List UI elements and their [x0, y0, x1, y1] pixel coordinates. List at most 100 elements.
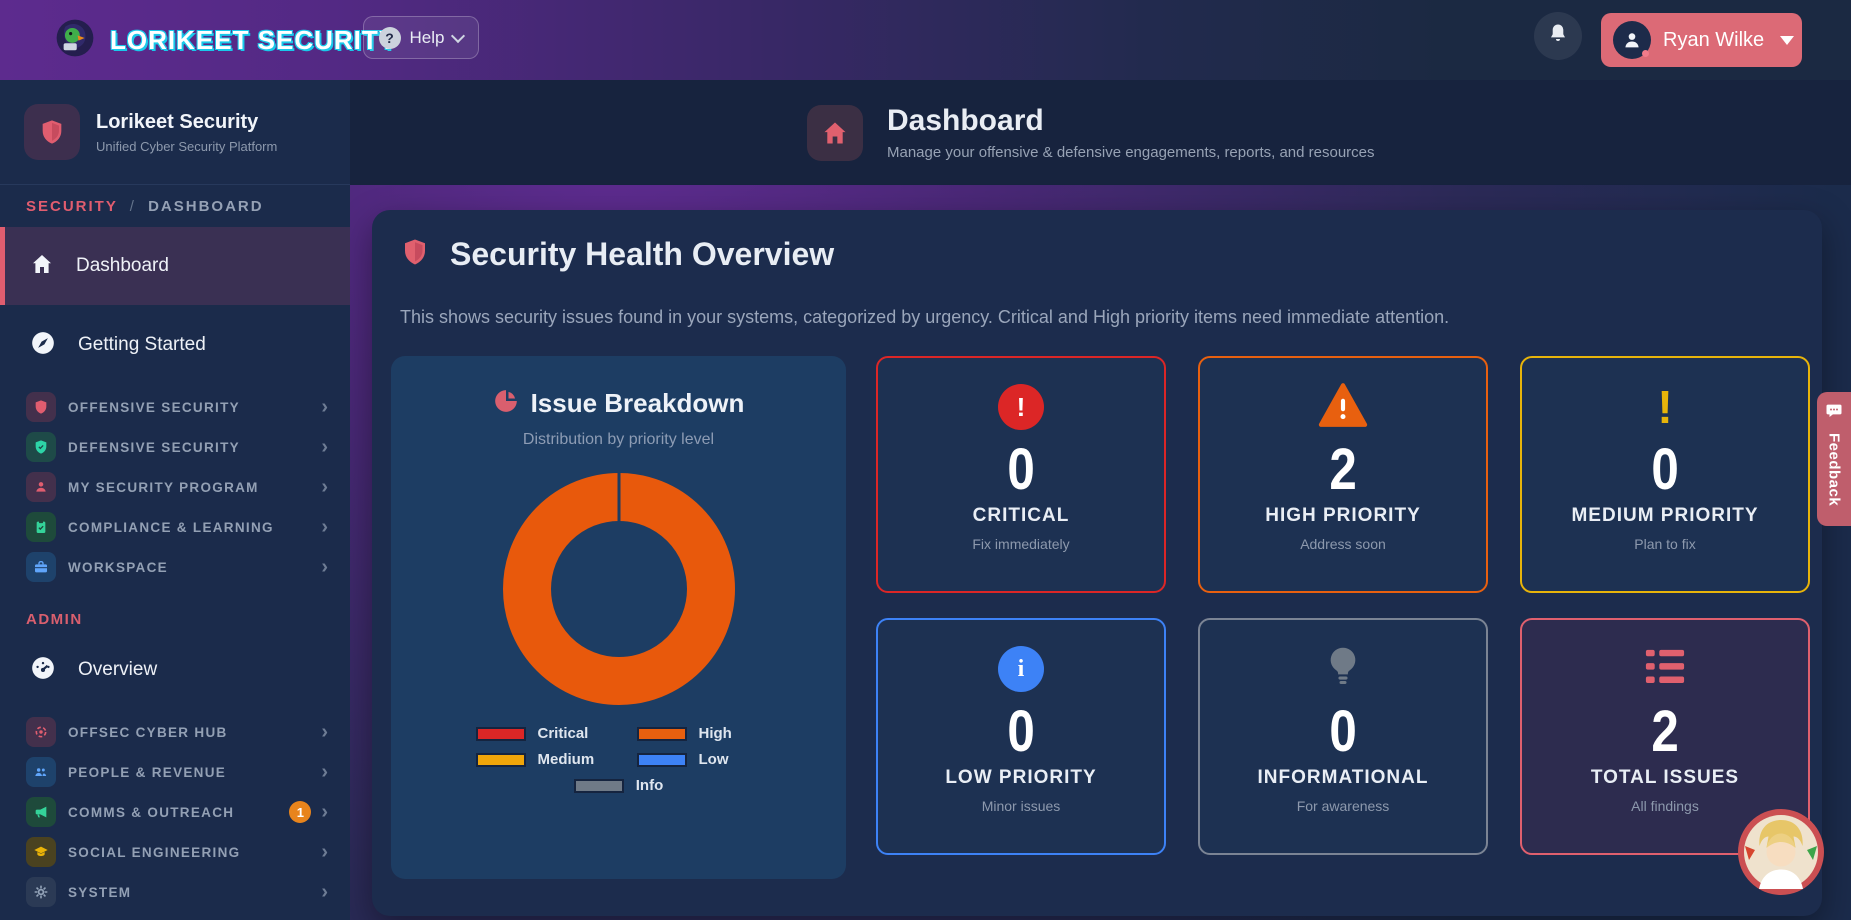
people-icon [26, 757, 56, 787]
user-avatar [1613, 21, 1651, 59]
breadcrumb-section[interactable]: SECURITY [26, 198, 118, 215]
stat-card-informational[interactable]: 0 INFORMATIONAL For awareness [1198, 618, 1488, 855]
legend-swatch [476, 727, 526, 741]
lightbulb-icon [1322, 644, 1364, 695]
sidebar-item-label: OFFENSIVE SECURITY [68, 400, 321, 415]
sidebar-item-label: COMPLIANCE & LEARNING [68, 520, 321, 535]
sidebar-item-compliance-learning[interactable]: COMPLIANCE & LEARNING [0, 507, 350, 547]
warning-triangle-icon [1318, 382, 1368, 433]
stat-value: 2 [1522, 702, 1808, 763]
sidebar-item-dashboard[interactable]: Dashboard [0, 227, 350, 305]
sidebar-app-header: Lorikeet Security Unified Cyber Security… [0, 80, 350, 185]
stat-value: 0 [878, 702, 1164, 763]
stat-sublabel: Fix immediately [878, 536, 1164, 552]
people-icon [26, 472, 56, 502]
chevron-right-icon [321, 437, 328, 457]
sidebar-item-social-engineering[interactable]: SOCIAL ENGINEERING [0, 832, 350, 872]
legend-label: Low [699, 751, 729, 768]
alert-circle-icon [998, 384, 1044, 430]
donut-chart [391, 473, 846, 705]
legend-label: High [699, 725, 732, 742]
breadcrumb-page: DASHBOARD [148, 198, 264, 215]
stat-sublabel: For awareness [1200, 798, 1486, 814]
chevron-right-icon [321, 882, 328, 902]
sidebar-item-label: WORKSPACE [68, 560, 321, 575]
feedback-tab[interactable]: Feedback [1817, 392, 1851, 526]
shield-icon [26, 392, 56, 422]
app-tagline: Unified Cyber Security Platform [96, 139, 277, 154]
legend-label: Info [636, 777, 664, 794]
legend-swatch [574, 779, 624, 793]
sidebar-item-label: OFFSEC CYBER HUB [68, 725, 321, 740]
compass-icon [30, 330, 56, 361]
gauge-icon [30, 655, 56, 686]
sidebar-item-label: SYSTEM [68, 885, 321, 900]
legend-item-high: High [637, 725, 762, 742]
notifications-button[interactable] [1534, 12, 1582, 60]
chevron-right-icon [321, 397, 328, 417]
pie-chart-icon [493, 388, 519, 419]
issue-breakdown-panel: Issue Breakdown Distribution by priority… [391, 356, 846, 879]
help-label: Help [410, 28, 445, 48]
legend-swatch [637, 727, 687, 741]
sidebar-item-label: MY SECURITY PROGRAM [68, 480, 321, 495]
stat-card-medium-priority[interactable]: 0 MEDIUM PRIORITY Plan to fix [1520, 356, 1810, 593]
stat-value: 0 [1522, 440, 1808, 501]
shield-check-icon [26, 432, 56, 462]
question-icon: ? [379, 27, 401, 49]
legend-item-info: Info [574, 777, 664, 794]
page-header: Dashboard Manage your offensive & defens… [350, 80, 1851, 185]
sidebar-item-defensive-security[interactable]: DEFENSIVE SECURITY [0, 427, 350, 467]
user-menu-button[interactable]: Ryan Wilke [1601, 13, 1802, 67]
legend-item-critical: Critical [476, 725, 601, 742]
stat-card-low-priority[interactable]: 0 LOW PRIORITY Minor issues [876, 618, 1166, 855]
home-icon [807, 105, 863, 161]
chevron-right-icon [321, 762, 328, 782]
stat-label: INFORMATIONAL [1200, 767, 1486, 789]
user-name: Ryan Wilke [1663, 29, 1764, 52]
bell-icon [1546, 22, 1570, 51]
exclamation-icon [1657, 384, 1672, 430]
sidebar-item-system[interactable]: SYSTEM [0, 872, 350, 912]
sidebar-item-getting-started[interactable]: Getting Started [0, 313, 350, 377]
shield-icon [24, 104, 80, 160]
sidebar-item-overview[interactable]: Overview [0, 638, 350, 702]
shield-icon [400, 237, 430, 272]
app-logo[interactable]: LORIKEET SECURITY [54, 17, 397, 64]
section-title: Security Health Overview [450, 236, 834, 273]
stat-sublabel: Plan to fix [1522, 536, 1808, 552]
stat-value: 2 [1200, 440, 1486, 501]
sidebar-item-workspace[interactable]: WORKSPACE [0, 547, 350, 587]
sidebar-item-my-security-program[interactable]: MY SECURITY PROGRAM [0, 467, 350, 507]
logo-wordmark: LORIKEET SECURITY [110, 25, 397, 56]
chevron-right-icon [321, 517, 328, 537]
stat-label: TOTAL ISSUES [1522, 767, 1808, 789]
assistant-avatar[interactable] [1737, 808, 1825, 896]
stat-card-high-priority[interactable]: 2 HIGH PRIORITY Address soon [1198, 356, 1488, 593]
chevron-right-icon [321, 802, 328, 822]
sidebar-section-group: OFFENSIVE SECURITY DEFENSIVE SECURITY MY… [0, 387, 350, 587]
sidebar-item-people-revenue[interactable]: PEOPLE & REVENUE [0, 752, 350, 792]
feedback-label: Feedback [1826, 433, 1843, 506]
briefcase-icon [26, 552, 56, 582]
stat-label: LOW PRIORITY [878, 767, 1164, 789]
chart-legend: Critical High Medium [391, 725, 846, 794]
top-navbar: LORIKEET SECURITY ? Help Ryan Wilke [0, 0, 1851, 80]
gear-icon [26, 877, 56, 907]
stat-card-critical[interactable]: 0 CRITICAL Fix immediately [876, 356, 1166, 593]
status-dot [1642, 50, 1649, 57]
overview-title-row: Security Health Overview [391, 236, 1810, 273]
sidebar-item-label: PEOPLE & REVENUE [68, 765, 321, 780]
chevron-right-icon [321, 477, 328, 497]
help-button[interactable]: ? Help [363, 16, 479, 59]
list-icon [1642, 646, 1688, 693]
info-circle-icon [998, 646, 1044, 692]
sidebar-item-label: DEFENSIVE SECURITY [68, 440, 321, 455]
sidebar-item-label: Getting Started [78, 334, 206, 356]
stat-value: 0 [878, 440, 1164, 501]
stat-card-grid: 0 CRITICAL Fix immediately 2 HIGH PRIORI… [876, 356, 1810, 879]
sidebar-item-offsec-cyber-hub[interactable]: OFFSEC CYBER HUB [0, 712, 350, 752]
breadcrumb-separator: / [124, 198, 142, 215]
sidebar-item-comms-outreach[interactable]: COMMS & OUTREACH 1 [0, 792, 350, 832]
sidebar-item-offensive-security[interactable]: OFFENSIVE SECURITY [0, 387, 350, 427]
